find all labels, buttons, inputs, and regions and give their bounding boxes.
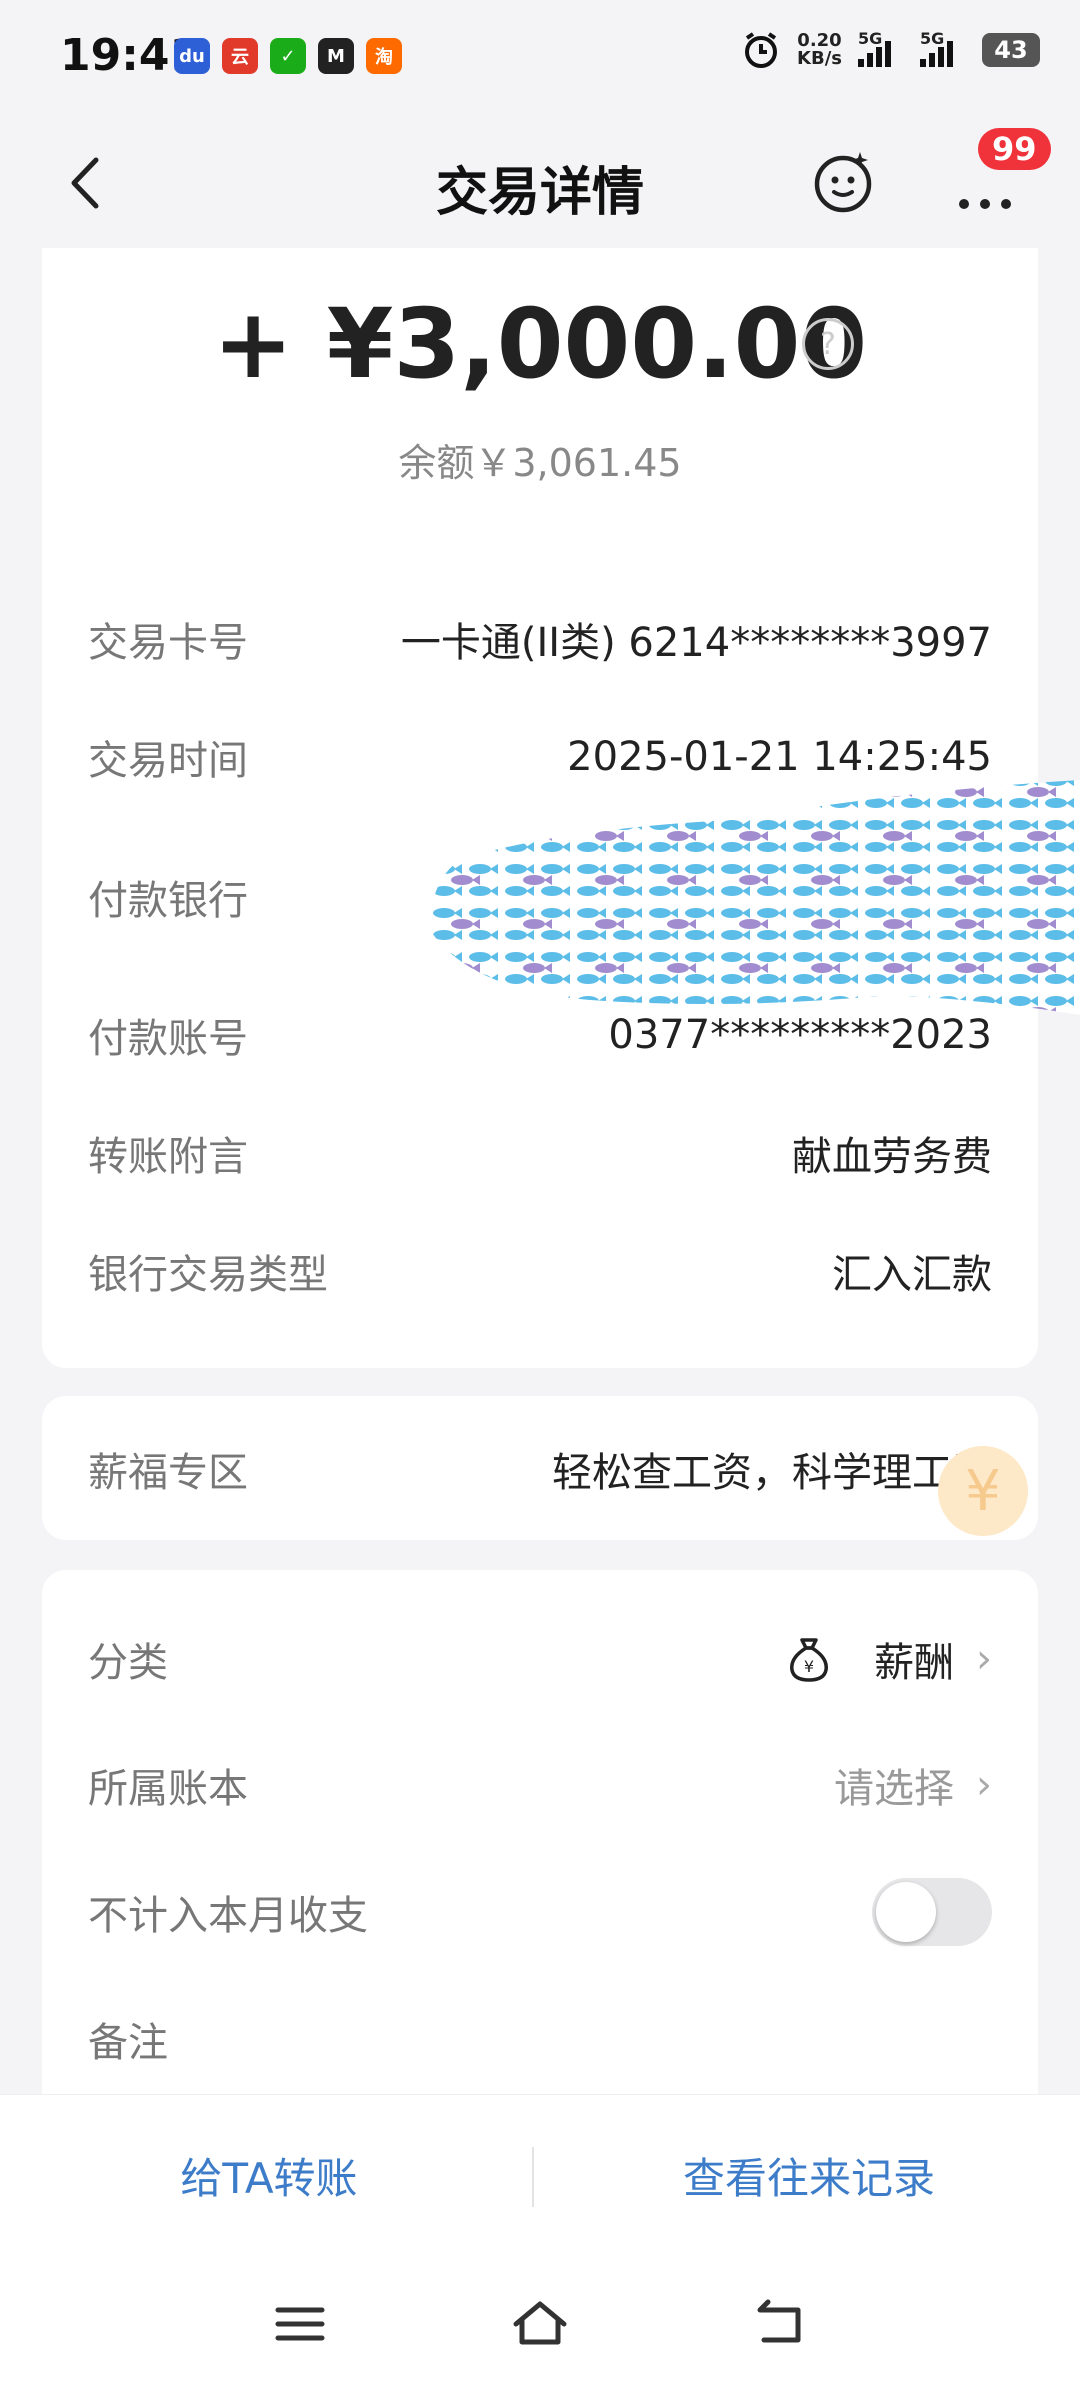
taobao-icon: 淘 [366,38,402,74]
money-bag-icon: ¥ [790,1638,828,1682]
detail-row-transaction-type: 银行交易类型 汇入汇款 [88,1252,992,1298]
chevron-right-icon: › [976,1636,992,1682]
menu-icon[interactable] [270,2294,330,2354]
salary-zone-row[interactable]: 薪福专区 轻松查工资，科学理工资 [88,1440,992,1498]
bookkeeping-card: 分类 ¥ 薪酬 › 所属账本 请选择 › 不计入本月收支 备注 [42,1570,1038,2110]
moji-weather-icon: M [318,38,354,74]
signal-icon: 5G [858,29,904,67]
wechat-icon: ✓ [270,38,306,74]
notification-badge: 99 [978,128,1051,170]
yuan-coin-icon: ¥ [938,1446,1028,1536]
category-row[interactable]: 分类 ¥ 薪酬 › [88,1630,992,1688]
divider [532,2147,534,2207]
signal-icon-2: 5G [920,29,966,67]
transaction-amount: + ¥3,000.00 [212,288,868,400]
status-bar: 19:41 du 云 ✓ M 淘 0.20 KB/s 5G 5G 43 [0,0,1080,118]
salary-zone-card[interactable]: 薪福专区 轻松查工资，科学理工资 ¥ [42,1396,1038,1540]
notification-icons: du 云 ✓ M 淘 [174,38,402,74]
account-balance: 余额￥3,061.45 [398,441,682,485]
help-icon[interactable]: ? [802,318,854,370]
battery-icon: 43 [982,33,1040,67]
alarm-icon [745,32,778,68]
view-history-button[interactable]: 查看往来记录 [540,2095,1078,2255]
assistant-robot-icon[interactable] [810,148,876,214]
system-nav-bar [0,2254,1080,2388]
nav-bar: 交易详情 [0,118,1080,248]
exclude-monthly-row: 不计入本月收支 [88,1878,992,1946]
page-title: 交易详情 [435,163,644,223]
bottom-action-bar: 给TA转账 查看往来记录 [0,2094,1080,2255]
transfer-button[interactable]: 给TA转账 [0,2095,538,2255]
svg-text:¥: ¥ [804,1657,814,1676]
network-speed: 0.20 KB/s [797,30,842,69]
baidu-icon: du [174,38,210,74]
note-row[interactable]: 备注 [88,2010,992,2068]
redaction-mask [430,780,1080,1015]
home-icon[interactable] [510,2294,570,2354]
detail-row-card-number: 交易卡号 一卡通(II类) 6214********3997 [88,620,992,666]
ledger-row[interactable]: 所属账本 请选择 › [88,1756,992,1814]
back-nav-icon[interactable] [750,2294,810,2354]
chevron-right-icon: › [976,1762,992,1808]
yunshanfu-icon: 云 [222,38,258,74]
exclude-monthly-toggle[interactable] [872,1878,992,1946]
detail-row-remark: 转账附言 献血劳务费 [88,1134,992,1180]
